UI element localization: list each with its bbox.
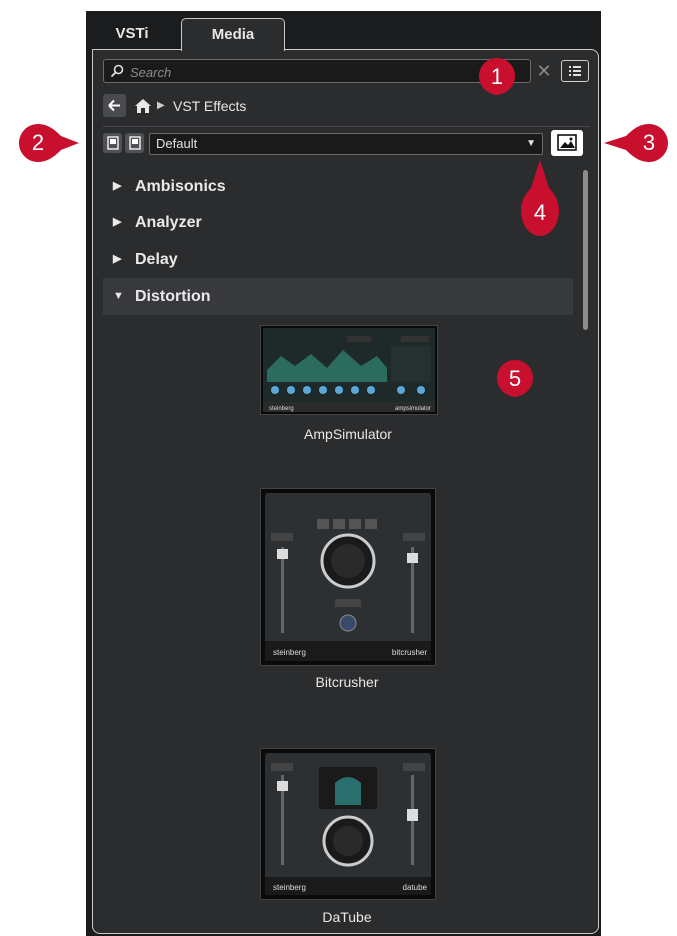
category-ambisonics[interactable]: ▶ Ambisonics [103, 168, 573, 205]
preset-load-icon [107, 136, 119, 150]
category-label: Ambisonics [135, 178, 226, 195]
list-view-icon [569, 66, 581, 76]
plugin-brand-text: steinberg [273, 883, 306, 892]
plugin-thumbnail-bitcrusher[interactable]: steinberg bitcrusher [260, 488, 436, 666]
callout-5: 5 [494, 358, 536, 400]
category-label: Delay [135, 251, 178, 268]
callout-4: 4 [519, 158, 561, 242]
preset-dropdown[interactable]: Default ▼ [149, 133, 543, 155]
plugin-thumbnail-ampsimulator[interactable]: steinberg ampsimulator [260, 325, 438, 415]
callout-number: 3 [642, 130, 656, 155]
expand-triangle-icon: ▶ [113, 216, 122, 228]
search-field[interactable] [103, 59, 531, 83]
category-label: Analyzer [135, 214, 202, 231]
expand-triangle-icon: ▶ [113, 180, 122, 192]
chevron-down-icon: ▼ [526, 138, 536, 149]
plugin-list: ▶ Ambisonics ▶ Analyzer ▶ Delay ▼ Distor… [103, 168, 573, 928]
callout-number: 2 [31, 130, 45, 155]
datube-panel-image: steinberg datube [265, 753, 431, 895]
plugin-thumbnail-datube[interactable]: steinberg datube [260, 748, 436, 900]
scrollbar-thumb[interactable] [583, 170, 588, 330]
search-icon [110, 64, 124, 78]
bitcrusher-panel-image: steinberg bitcrusher [265, 493, 431, 661]
callout-number: 5 [508, 366, 522, 391]
tab-bar: VSTi Media [86, 11, 601, 51]
load-preset-button[interactable] [103, 133, 122, 153]
collapse-triangle-icon: ▼ [113, 290, 124, 302]
callout-1: 1 [476, 56, 518, 98]
plugin-brand-text: steinberg [269, 406, 294, 412]
plugin-brand-text: steinberg [273, 648, 306, 657]
tab-vsti[interactable]: VSTi [102, 18, 162, 49]
back-button[interactable] [103, 94, 126, 117]
preset-row: Default ▼ [103, 130, 593, 157]
category-distortion[interactable]: ▼ Distortion [103, 278, 573, 315]
plugin-name[interactable]: Bitcrusher [247, 674, 447, 690]
callout-number: 4 [533, 200, 547, 225]
search-input[interactable] [128, 61, 527, 83]
ampsimulator-panel-image: steinberg ampsimulator [263, 328, 435, 412]
breadcrumb[interactable]: VST Effects [173, 97, 246, 115]
save-preset-button[interactable] [125, 133, 144, 153]
callout-number: 1 [490, 64, 504, 89]
home-icon[interactable] [133, 97, 153, 115]
category-delay[interactable]: ▶ Delay [103, 241, 573, 278]
scrollbar[interactable] [583, 170, 588, 925]
plugin-product-text: bitcrusher [392, 648, 427, 657]
callout-3: 3 [600, 122, 670, 164]
show-images-button[interactable] [551, 130, 583, 156]
expand-triangle-icon: ▶ [113, 253, 122, 265]
list-view-button[interactable] [561, 60, 589, 82]
preset-save-icon [129, 136, 141, 150]
plugin-product-text: ampsimulator [395, 406, 431, 412]
plugin-name[interactable]: DaTube [247, 909, 447, 925]
plugin-name[interactable]: AmpSimulator [248, 426, 448, 442]
preset-selected-label: Default [156, 136, 198, 151]
image-icon [557, 134, 577, 151]
media-bay-window: VSTi Media ✕ [86, 11, 601, 936]
callout-2: 2 [17, 122, 79, 164]
category-analyzer[interactable]: ▶ Analyzer [103, 204, 573, 241]
tab-media[interactable]: Media [181, 18, 285, 51]
category-label: Distortion [135, 288, 211, 305]
breadcrumb-arrow-icon: ▶ [157, 100, 165, 111]
divider [103, 126, 590, 127]
plugin-product-text: datube [403, 883, 428, 892]
arrow-left-icon [108, 99, 120, 112]
clear-search-icon[interactable]: ✕ [535, 61, 553, 81]
